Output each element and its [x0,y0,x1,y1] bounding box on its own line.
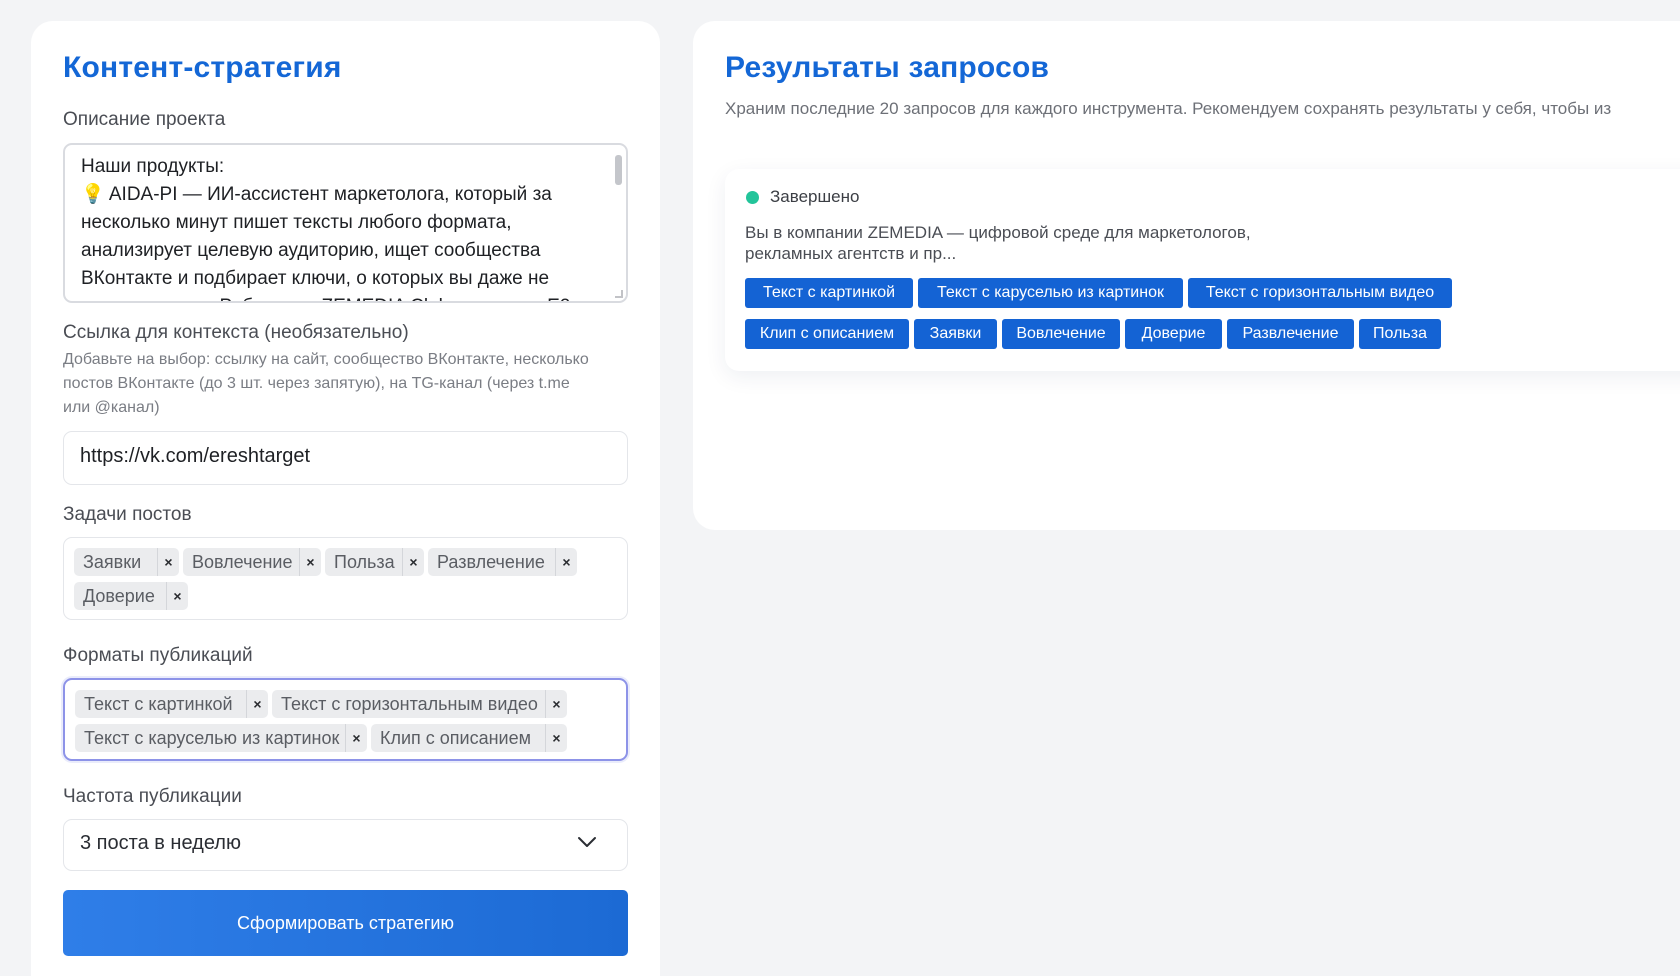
results-subtitle: Храним последние 20 запросов для каждого… [725,99,1612,118]
chevron-down-icon [578,837,596,847]
chip-label: Развлечение [437,552,545,572]
frequency-select[interactable]: 3 поста в неделю [63,819,628,871]
status-text: Завершено [770,187,860,206]
frequency-label: Частота публикации [63,786,242,807]
link-hint: Добавьте на выбор: ссылку на сайт, сообщ… [63,348,589,420]
chip-remove-icon[interactable]: × [402,548,424,576]
format-chip: Текст с картинкой × [75,690,268,718]
result-tag: Текст с каруселью из картинок [918,278,1183,308]
format-chip: Текст с каруселью из картинок × [75,724,367,752]
result-tag: Развлечение [1227,319,1354,349]
description-label: Описание проекта [63,109,226,130]
chip-label: Текст с горизонтальным видео [281,694,538,714]
description-text: Наши продукты: 💡 AIDA-PI — ИИ-ассистент … [81,153,581,301]
chip-remove-icon[interactable]: × [157,548,179,576]
description-line: 💡 AIDA-PI — ИИ-ассистент маркетолога, ко… [81,184,552,205]
result-tag: Вовлечение [1002,319,1120,349]
result-tag: Польза [1359,319,1441,349]
results-panel: Результаты запросов Храним последние 20 … [693,21,1680,530]
chip-remove-icon[interactable]: × [166,582,188,610]
chip-label: Вовлечение [192,552,293,572]
chip-label: Доверие [83,586,155,606]
task-chip: Развлечение × [428,548,577,576]
task-chip: Вовлечение × [183,548,321,576]
content-strategy-panel: Контент-стратегия Описание проекта Наши … [31,21,660,976]
chip-label: Текст с картинкой [84,694,233,714]
chip-remove-icon[interactable]: × [545,690,567,718]
content-strategy-title: Контент-стратегия [63,51,342,84]
formats-multiselect[interactable]: Текст с картинкой × Текст с горизонтальн… [63,678,628,761]
result-description-line: рекламных агентств и пр... [745,244,957,263]
tasks-multiselect[interactable]: Заявки × Вовлечение × Польза × Развлечен… [63,537,628,620]
result-card[interactable]: Завершено Вы в компании ZEMEDIA — цифров… [725,169,1680,371]
link-hint-line: или @канал) [63,399,160,416]
result-tag: Заявки [914,319,997,349]
link-input-value: https://vk.com/ereshtarget [80,445,311,467]
textarea-scrollbar[interactable] [615,155,622,185]
description-line: задумывались. Работает в ZEMEDIA Club и … [81,293,581,301]
description-line: Наши продукты: [81,156,225,177]
chip-remove-icon[interactable]: × [545,724,567,752]
status-dot-icon [746,191,759,204]
result-description-line: Вы в компании ZEMEDIA — цифровой среде д… [745,223,1251,242]
format-chip: Клип с описанием × [371,724,567,752]
description-line: ВКонтакте и подбирает ключи, о которых в… [81,268,550,289]
task-chip: Заявки × [74,548,179,576]
result-description: Вы в компании ZEMEDIA — цифровой среде д… [745,222,1305,264]
link-input[interactable]: https://vk.com/ereshtarget [63,431,628,485]
description-line: анализирует целевую аудиторию, ищет сооб… [81,240,541,261]
chip-remove-icon[interactable]: × [345,724,367,752]
task-chip: Доверие × [74,582,188,610]
link-label: Ссылка для контекста (необязательно) [63,322,409,343]
chip-remove-icon[interactable]: × [299,548,321,576]
generate-strategy-button[interactable]: Сформировать стратегию [63,890,628,956]
description-textarea[interactable]: Наши продукты: 💡 AIDA-PI — ИИ-ассистент … [63,143,628,303]
chip-label: Польза [334,552,395,572]
link-hint-line: Добавьте на выбор: ссылку на сайт, сообщ… [63,351,589,368]
chip-remove-icon[interactable]: × [555,548,577,576]
tasks-label: Задачи постов [63,504,192,525]
chip-label: Клип с описанием [380,728,531,748]
formats-label: Форматы публикаций [63,645,253,666]
frequency-select-value: 3 поста в неделю [80,832,241,854]
chip-remove-icon[interactable]: × [246,690,268,718]
result-tag: Клип с описанием [745,319,909,349]
description-line: несколько минут пишет тексты любого форм… [81,212,512,233]
format-chip: Текст с горизонтальным видео × [272,690,567,718]
chip-label: Заявки [83,552,142,572]
task-chip: Польза × [325,548,424,576]
link-hint-line: постов ВКонтакте (до 3 шт. через запятую… [63,375,570,392]
result-tag: Текст с горизонтальным видео [1188,278,1452,308]
chip-label: Текст с каруселью из картинок [84,728,340,748]
result-tag: Доверие [1125,319,1222,349]
results-title: Результаты запросов [725,51,1050,84]
result-tag: Текст с картинкой [745,278,913,308]
resize-grip-icon[interactable] [615,290,623,298]
